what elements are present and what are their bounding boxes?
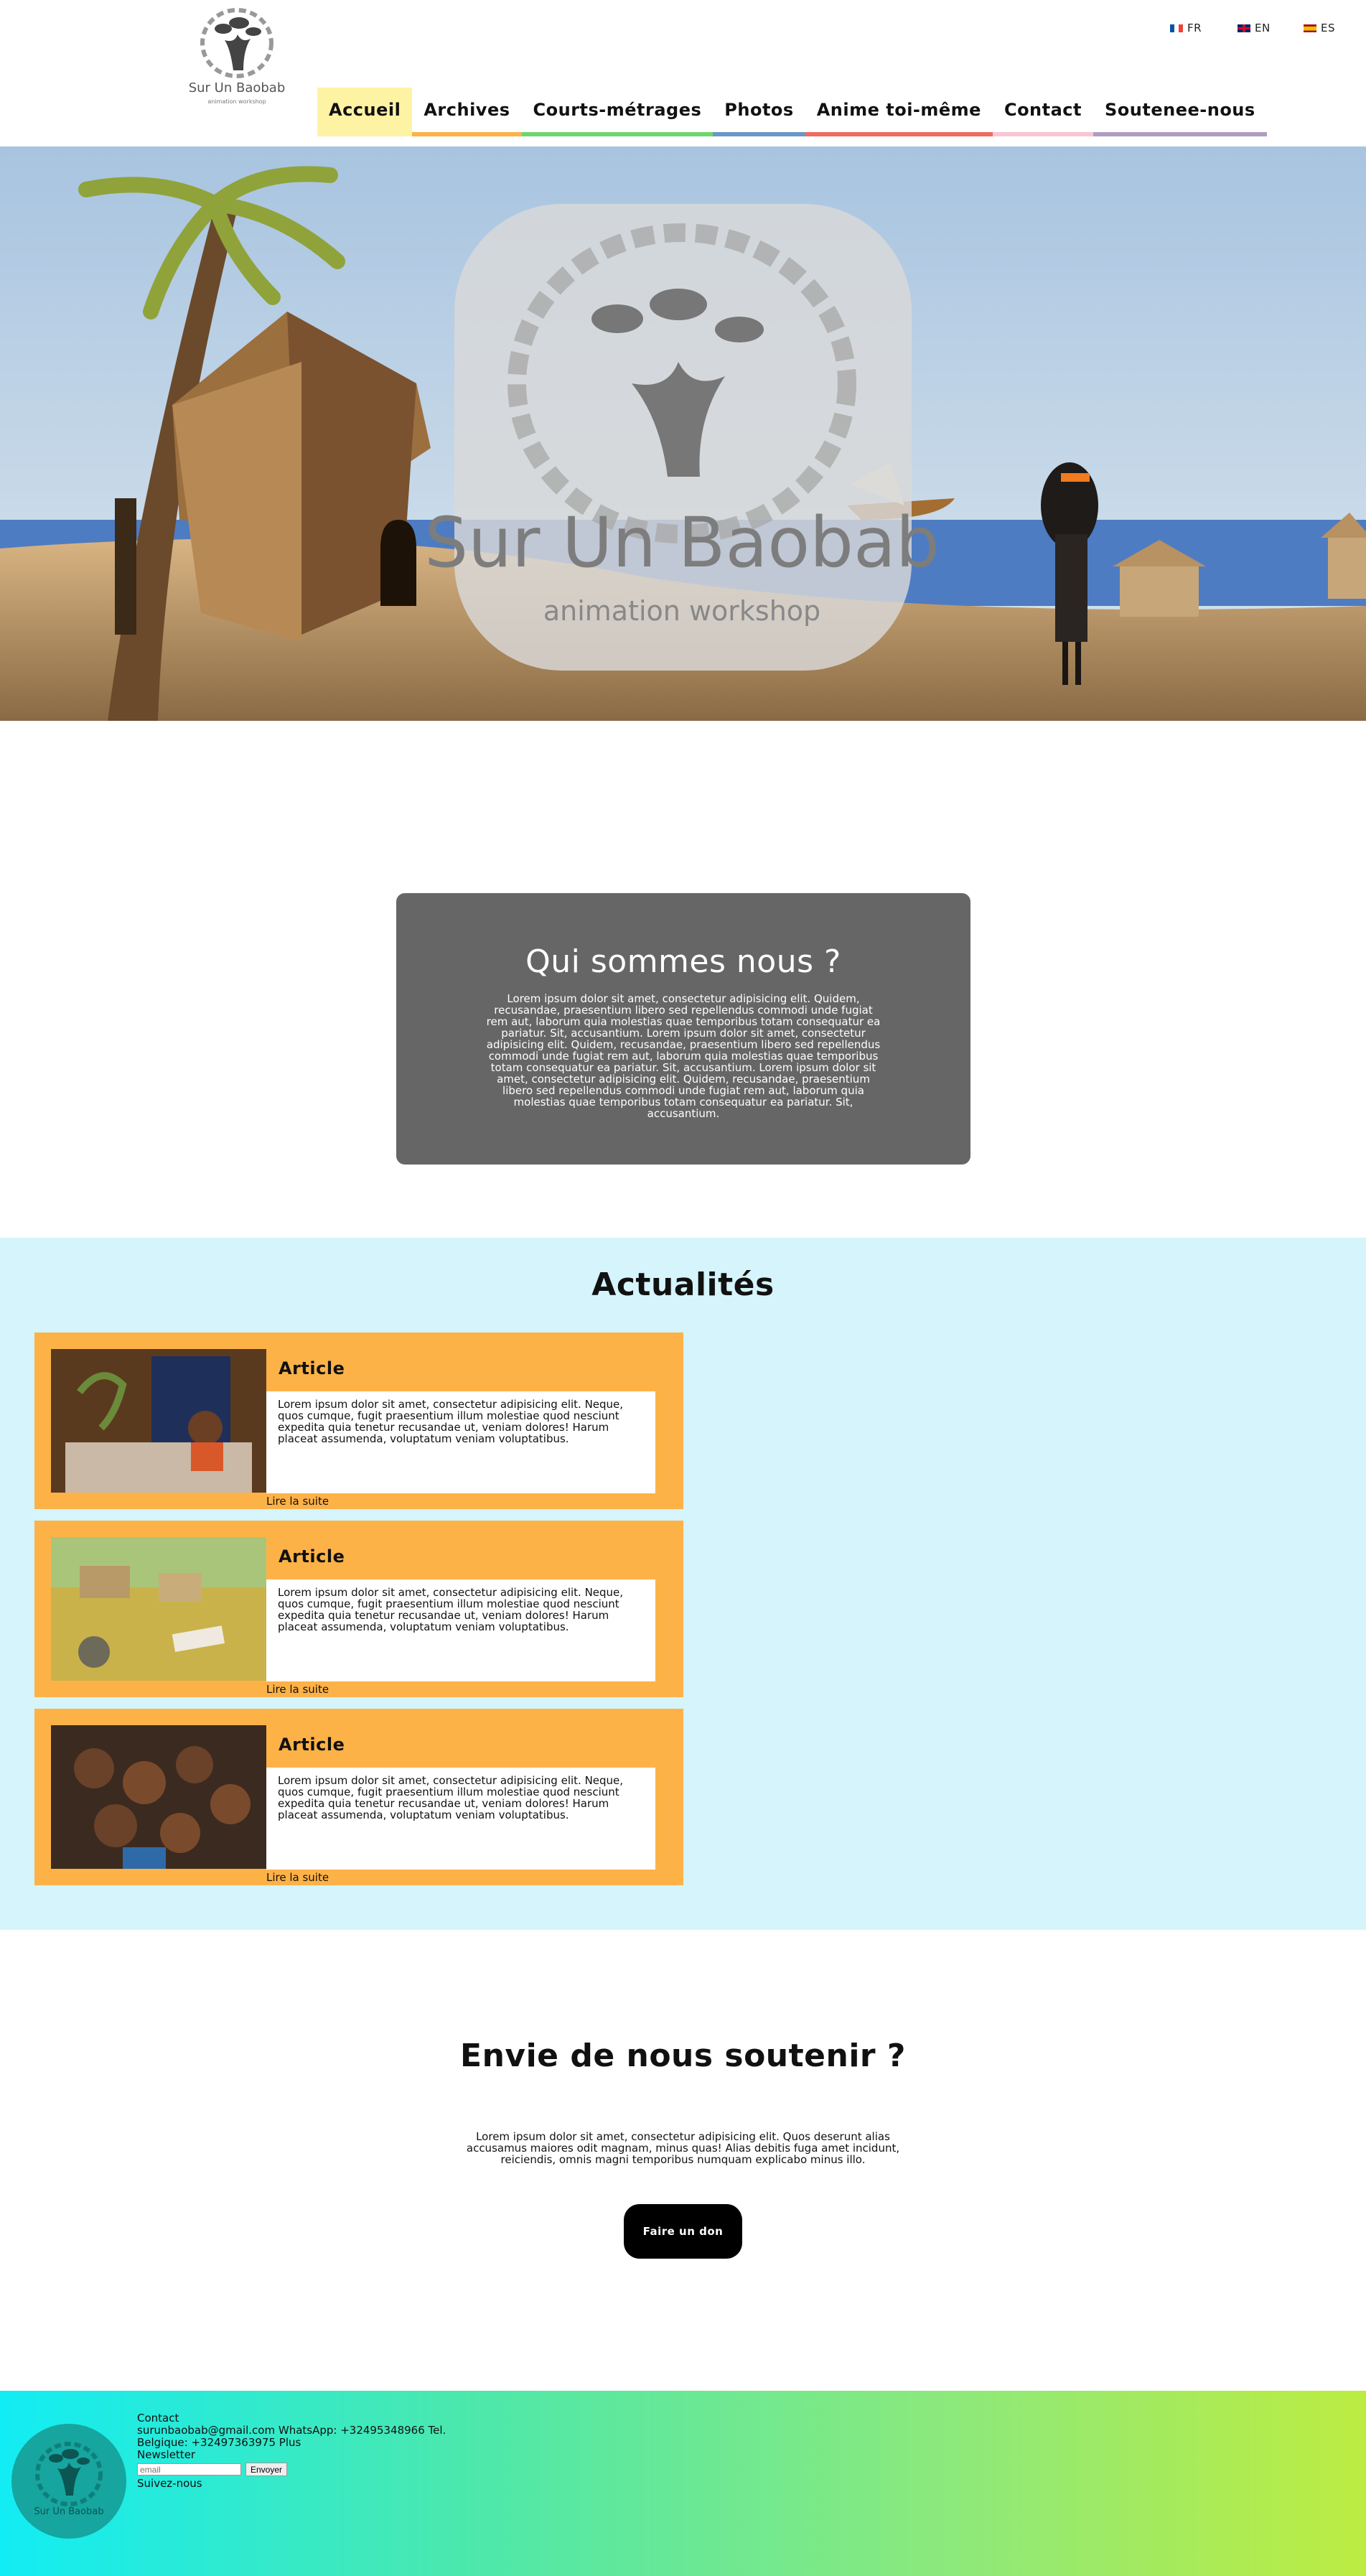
newsletter-form: Envoyer (137, 2463, 446, 2476)
footer-logo[interactable]: Sur Un Baobab (11, 2424, 126, 2539)
lang-en[interactable]: EN (1238, 22, 1271, 34)
article-excerpt: Lorem ipsum dolor sit amet, consectetur … (266, 1768, 655, 1870)
main-nav: Accueil Archives Courts-métrages Photos … (317, 88, 1267, 136)
article-excerpt: Lorem ipsum dolor sit amet, consectetur … (266, 1579, 655, 1681)
footer-contact-line2: Belgique: +32497363975 Plus (137, 2436, 301, 2449)
news-section: Actualités Article Lorem ipsum dolor sit… (0, 1238, 1366, 1930)
article-card: Article Lorem ipsum dolor sit amet, cons… (34, 1709, 683, 1885)
about-title: Qui sommes nous ? (525, 943, 841, 980)
nav-soutenez-nous[interactable]: Soutenee-nous (1093, 88, 1267, 136)
flag-fr-icon (1170, 24, 1183, 32)
footer-newsletter-label: Newsletter (137, 2448, 196, 2461)
nav-photos[interactable]: Photos (713, 88, 805, 136)
read-more-link[interactable]: Lire la suite (266, 1683, 329, 1696)
nav-contact[interactable]: Contact (992, 88, 1094, 136)
hero-logo-subtitle: animation workshop (543, 595, 820, 627)
article-card: Article Lorem ipsum dolor sit amet, cons… (34, 1521, 683, 1697)
site-footer: Sur Un Baobab Contact surunbaobab@gmail.… (0, 2391, 1366, 2576)
hero-scene-image: Sur Un Baobab animation workshop (0, 146, 1366, 721)
footer-contact-title: Contact (137, 2412, 179, 2425)
newsletter-send-button[interactable]: Envoyer (245, 2463, 288, 2476)
read-more-link[interactable]: Lire la suite (266, 1495, 329, 1508)
lang-en-label: EN (1255, 22, 1271, 34)
flag-es-icon (1304, 24, 1316, 32)
support-text: Lorem ipsum dolor sit amet, consectetur … (466, 2130, 900, 2166)
article-title: Article (279, 1358, 345, 1378)
donate-button[interactable]: Faire un don (624, 2204, 742, 2259)
about-section: Qui sommes nous ? Lorem ipsum dolor sit … (396, 893, 970, 1165)
newsletter-email-input[interactable] (137, 2463, 241, 2475)
read-more-link[interactable]: Lire la suite (266, 1871, 329, 1884)
nav-courts-metrages[interactable]: Courts-métrages (521, 88, 714, 136)
article-image[interactable] (51, 1725, 266, 1869)
article-title: Article (279, 1546, 345, 1567)
article-card: Article Lorem ipsum dolor sit amet, cons… (34, 1333, 683, 1509)
support-title: Envie de nous soutenir ? (460, 2038, 906, 2074)
hero-logo-title: Sur Un Baobab (424, 503, 940, 583)
about-text: Lorem ipsum dolor sit amet, consectetur … (486, 992, 881, 1120)
article-title: Article (279, 1735, 345, 1755)
lang-es-label: ES (1321, 22, 1335, 34)
lang-fr-label: FR (1187, 22, 1202, 34)
article-image[interactable] (51, 1537, 266, 1681)
footer-contact: Contact surunbaobab@gmail.com WhatsApp: … (137, 2412, 446, 2490)
article-excerpt: Lorem ipsum dolor sit amet, consectetur … (266, 1391, 655, 1493)
lang-es[interactable]: ES (1304, 22, 1335, 34)
site-logo[interactable]: Sur Un Baobab animation workshop (183, 6, 291, 113)
svg-text:Sur Un Baobab: Sur Un Baobab (34, 2506, 103, 2517)
nav-archives[interactable]: Archives (412, 88, 522, 136)
site-header: Sur Un Baobab animation workshop FR EN E… (0, 0, 1366, 146)
flag-en-icon (1238, 24, 1250, 32)
nav-accueil[interactable]: Accueil (317, 88, 413, 136)
footer-contact-line1: surunbaobab@gmail.com WhatsApp: +3249534… (137, 2424, 446, 2437)
article-image[interactable] (51, 1349, 266, 1493)
svg-text:Sur Un Baobab: Sur Un Baobab (189, 80, 286, 95)
svg-text:animation workshop: animation workshop (207, 98, 266, 105)
hero-banner: Sur Un Baobab animation workshop (0, 146, 1366, 721)
news-title: Actualités (591, 1266, 775, 1303)
nav-anime-toi-meme[interactable]: Anime toi-même (805, 88, 993, 136)
lang-fr[interactable]: FR (1170, 22, 1202, 34)
footer-follow-us[interactable]: Suivez-nous (137, 2478, 446, 2490)
